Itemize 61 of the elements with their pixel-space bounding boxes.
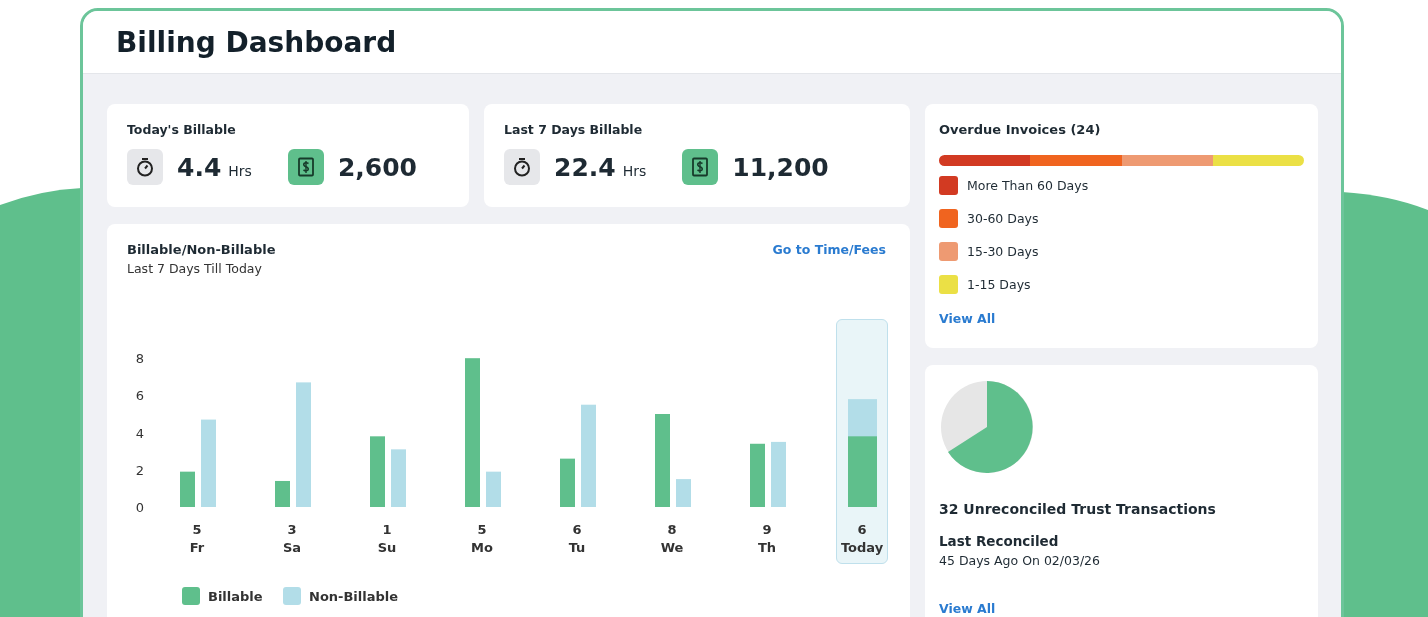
axis-label: Fr (189, 540, 205, 555)
legend-label: 30-60 Days (967, 211, 1039, 226)
axis-tick-label: 2 (135, 462, 145, 478)
day-count: 3 (287, 522, 297, 537)
dollar-icon (287, 149, 324, 185)
axis-tick-label: 8 (135, 351, 145, 367)
bar (771, 441, 786, 507)
axis-label: We (660, 540, 684, 555)
axis-label: Su (377, 540, 397, 555)
day-count: 1 (382, 522, 392, 537)
bar (676, 479, 691, 507)
hours-unit: Hrs (228, 163, 252, 179)
view-all-link[interactable]: View All (939, 601, 996, 616)
axis-label: Sa (282, 540, 302, 555)
day-count: 5 (477, 522, 487, 537)
reconciled-label: Last Reconciled (939, 533, 1060, 549)
hours-value: 4.4 (177, 152, 222, 182)
legend-label: More Than 60 Days (967, 178, 1089, 193)
bar (391, 449, 406, 507)
amount-value: 11,200 (732, 152, 829, 182)
stopwatch-icon (504, 149, 540, 185)
legend-label: 1-15 Days (967, 277, 1031, 292)
hours-unit: Hrs (622, 163, 647, 179)
bar (180, 471, 195, 507)
view-all-link[interactable]: View All (939, 311, 996, 326)
bar (370, 436, 385, 507)
dollar-icon (682, 149, 719, 185)
day-count: 5 (192, 522, 202, 537)
card-title: Overdue Invoices (24) (939, 122, 1102, 137)
bar (750, 443, 765, 507)
axis-label: Th (757, 540, 777, 555)
bar (560, 458, 575, 507)
bar (275, 480, 290, 507)
chart-title: Billable/Non-Billable (127, 242, 276, 257)
stopwatch-icon (127, 149, 163, 185)
axis-tick-label: 0 (135, 500, 145, 515)
window-title: Billing Dashboard (116, 25, 397, 59)
pie-chart-icon (939, 379, 1035, 475)
axis-label: Mo (471, 540, 493, 555)
hours-value: 22.4 (554, 152, 616, 182)
axis-label: Tu (568, 540, 586, 555)
bar (486, 471, 501, 507)
axis-tick-label: 6 (135, 388, 145, 404)
time-fees-link[interactable]: Go to Time/Fees (772, 242, 886, 294)
legend-label: Non-Billable (309, 589, 399, 604)
chart-subtitle: Last 7 Days Till Today (127, 261, 263, 276)
legend-swatch (182, 587, 200, 605)
amount-value: 2,600 (337, 152, 417, 182)
day-count: 6 (572, 522, 582, 537)
legend-label: Billable (208, 589, 263, 604)
axis-label: Today (840, 540, 884, 555)
card-title: Last 7 Days Billable (504, 122, 644, 137)
legend-label: 15-30 Days (967, 244, 1039, 259)
trust-headline: 32 Unreconciled Trust Transactions (939, 501, 1217, 517)
day-count: 6 (857, 522, 867, 537)
axis-tick-label: 4 (135, 425, 145, 441)
reconciled-detail: 45 Days Ago On 02/03/26 (939, 553, 1102, 568)
card-title: Today's Billable (127, 122, 237, 137)
legend-swatch (283, 587, 301, 605)
day-count: 9 (762, 522, 772, 537)
day-count: 8 (667, 522, 677, 537)
